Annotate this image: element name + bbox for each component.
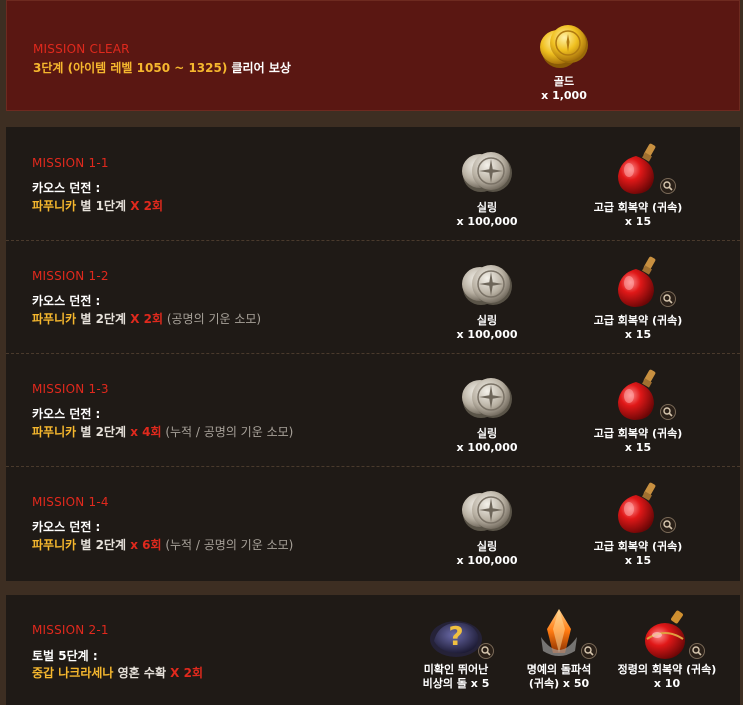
reward-qty: x 100,000 (456, 215, 518, 228)
mystery-stone-icon: ? (428, 607, 494, 663)
mission-condition: 중갑 나크라세나 영혼 수확 X 2회 (32, 666, 203, 680)
silling-coins-icon (459, 145, 515, 201)
red-potion-icon (610, 481, 676, 537)
reward-qty: x 100,000 (456, 441, 518, 454)
mission-title: MISSION 1-3 (32, 382, 109, 396)
reward-name: 정령의 회복약 (귀속) (617, 663, 717, 676)
mission-group-guardian: MISSION 2-1 토벌 5단계 : 중갑 나크라세나 영혼 수확 X 2회… (6, 595, 740, 705)
reward-potion[interactable]: 고급 회복약 (귀속) x 15 (563, 142, 713, 229)
mission-group-chaos: MISSION 1-1 카오스 던전 : 파푸니카 별 1단계 X 2회 실링 … (6, 127, 740, 581)
reward-name: 실링 (476, 427, 498, 440)
reward-silling[interactable]: 실링 x 100,000 (412, 258, 562, 342)
spirit-potion-icon (639, 607, 705, 663)
mission-condition: 파푸니카 별 2단계 x 4회 (누적 / 공명의 기운 소모) (32, 425, 294, 439)
svg-text:?: ? (448, 622, 463, 652)
reward-qty: x 1,000 (541, 89, 587, 102)
reward-qty: x 15 (624, 554, 652, 567)
zoom-icon[interactable] (660, 291, 676, 307)
reward-gold[interactable]: 골드 x 1,000 (489, 19, 639, 103)
reward-name: 실링 (476, 314, 498, 327)
reward-qty: x 15 (624, 328, 652, 341)
mission-row: MISSION 1-2 카오스 던전 : 파푸니카 별 2단계 X 2회 (공명… (6, 240, 740, 354)
reward-qty: x 15 (624, 441, 652, 454)
mission-clear-panel: MISSION CLEAR 3단계 (아이템 레벨 1050 ~ 1325) 클… (6, 0, 740, 111)
mission-line1: 토벌 5단계 : (32, 649, 98, 663)
mission-line1: 카오스 던전 : (32, 520, 101, 534)
mission-row: MISSION 1-4 카오스 던전 : 파푸니카 별 2단계 x 6회 (누적… (6, 466, 740, 580)
zoom-icon[interactable] (689, 643, 705, 659)
reward-name: 실링 (476, 201, 498, 214)
mission-title: MISSION 1-2 (32, 269, 109, 283)
mission-condition: 파푸니카 별 2단계 x 6회 (누적 / 공명의 기운 소모) (32, 538, 294, 552)
mission-line1: 카오스 던전 : (32, 407, 101, 421)
red-potion-icon (610, 142, 676, 198)
reward-silling[interactable]: 실링 x 100,000 (412, 484, 562, 568)
breakthrough-stone-icon (531, 607, 597, 663)
red-potion-icon (610, 368, 676, 424)
zoom-icon[interactable] (660, 517, 676, 533)
red-potion-icon (610, 255, 676, 311)
reward-spirit-potion[interactable]: 정령의 회복약 (귀속) x 10 (592, 607, 742, 691)
reward-name: 고급 회복약 (귀속) (593, 540, 683, 553)
reward-potion[interactable]: 고급 회복약 (귀속) x 15 (563, 481, 713, 568)
mission-condition: 파푸니카 별 2단계 X 2회 (공명의 기운 소모) (32, 312, 262, 326)
reward-potion[interactable]: 고급 회복약 (귀속) x 15 (563, 255, 713, 342)
reward-qty: x 100,000 (456, 554, 518, 567)
zoom-icon[interactable] (660, 178, 676, 194)
mission-clear-description: 3단계 (아이템 레벨 1050 ~ 1325) 클리어 보상 (33, 61, 291, 75)
reward-name: 고급 회복약 (귀속) (593, 314, 683, 327)
mission-title: MISSION 2-1 (32, 623, 109, 637)
reward-qty: x 15 (624, 215, 652, 228)
silling-coins-icon (459, 484, 515, 540)
reward-name: 고급 회복약 (귀속) (593, 201, 683, 214)
reward-silling[interactable]: 실링 x 100,000 (412, 145, 562, 229)
reward-name: 골드 (553, 75, 575, 88)
reward-name: 고급 회복약 (귀속) (593, 427, 683, 440)
silling-coins-icon (459, 258, 515, 314)
reward-silling[interactable]: 실링 x 100,000 (412, 371, 562, 455)
silling-coins-icon (459, 371, 515, 427)
reward-name: 실링 (476, 540, 498, 553)
mission-title: MISSION 1-1 (32, 156, 109, 170)
reward-potion[interactable]: 고급 회복약 (귀속) x 15 (563, 368, 713, 455)
mission-line1: 카오스 던전 : (32, 181, 101, 195)
mission-row: MISSION 1-1 카오스 던전 : 파푸니카 별 1단계 X 2회 실링 … (6, 127, 740, 241)
mission-title: MISSION 1-4 (32, 495, 109, 509)
mission-condition: 파푸니카 별 1단계 X 2회 (32, 199, 164, 213)
gold-coins-icon (536, 19, 592, 75)
mission-clear-title: MISSION CLEAR (33, 42, 130, 56)
mission-row: MISSION 1-3 카오스 던전 : 파푸니카 별 2단계 x 4회 (누적… (6, 353, 740, 467)
reward-name-2: x 10 (653, 677, 681, 690)
mission-line1: 카오스 던전 : (32, 294, 101, 308)
reward-qty: x 100,000 (456, 328, 518, 341)
zoom-icon[interactable] (660, 404, 676, 420)
